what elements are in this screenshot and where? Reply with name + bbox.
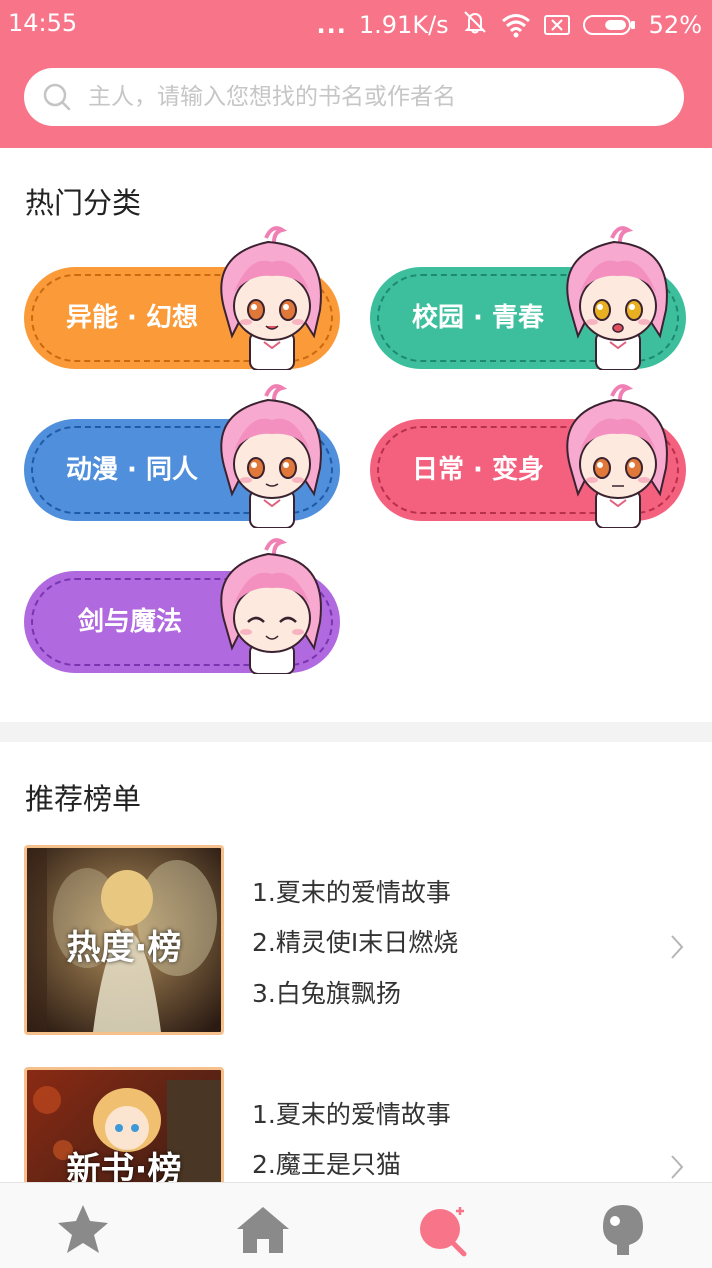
- hot-ranking-cover[interactable]: 热度·榜: [24, 845, 224, 1035]
- category-label: 异能 · 幻想: [66, 303, 198, 333]
- new-ranking-cover[interactable]: 新书·榜: [24, 1067, 224, 1182]
- app-header: 14:55 ... 1.91K/s 52% 主人，请输入您想找的书名或作者名: [0, 0, 712, 148]
- ranking-item[interactable]: 2.魔王是只猫: [252, 1145, 401, 1181]
- status-dots: ...: [316, 11, 347, 39]
- category-label: 动漫 · 同人: [66, 455, 198, 485]
- section-divider: [0, 722, 712, 742]
- ranking-item[interactable]: 1.夏末的爱情故事: [252, 1095, 451, 1131]
- mascot-girl-smiling-icon: [220, 538, 322, 674]
- mute-icon: [461, 9, 489, 41]
- battery-percent: 52%: [648, 11, 702, 39]
- status-time: 14:55: [8, 9, 78, 37]
- nav-profile[interactable]: [534, 1183, 712, 1268]
- ranking-item[interactable]: 3.白兔旗飘扬: [252, 974, 401, 1010]
- search-input[interactable]: [88, 68, 668, 126]
- network-speed: 1.91K/s: [358, 11, 449, 39]
- ranking-item[interactable]: 2.精灵使Ⅰ末日燃烧: [252, 923, 458, 959]
- star-icon: [58, 1205, 108, 1253]
- status-right: ... 1.91K/s 52%: [317, 9, 702, 41]
- wifi-icon: [501, 12, 531, 38]
- cover-title: 热度·榜: [66, 928, 182, 968]
- chevron-right-icon[interactable]: [668, 932, 686, 962]
- cover-title: 新书·榜: [66, 1150, 182, 1182]
- profile-icon: [603, 1205, 643, 1255]
- bottom-nav: [0, 1182, 712, 1268]
- ranking-item[interactable]: 1.夏末的爱情故事: [252, 873, 451, 909]
- chevron-right-icon[interactable]: [668, 1152, 686, 1182]
- category-label: 日常 · 变身: [412, 455, 544, 485]
- mascot-girl-icon: [566, 226, 668, 370]
- search-icon: [43, 83, 71, 111]
- category-label: 剑与魔法: [78, 607, 183, 637]
- mascot-girl-icon: [220, 384, 322, 528]
- status-bar: 14:55 ... 1.91K/s 52%: [0, 0, 712, 48]
- home-icon: [237, 1207, 289, 1253]
- mascot-girl-icon: [220, 226, 322, 370]
- mascot-girl-icon: [566, 384, 668, 528]
- no-sim-icon: [543, 14, 571, 36]
- category-label: 校园 · 青春: [412, 303, 544, 333]
- nav-favorites[interactable]: [0, 1183, 172, 1268]
- search-bar[interactable]: [24, 68, 684, 126]
- hot-categories-title: 热门分类: [25, 186, 142, 220]
- nav-discover[interactable]: [354, 1183, 532, 1268]
- discover-icon: [420, 1207, 467, 1257]
- battery-icon: [582, 14, 637, 36]
- nav-home[interactable]: [174, 1183, 352, 1268]
- recommended-lists-title: 推荐榜单: [25, 782, 142, 816]
